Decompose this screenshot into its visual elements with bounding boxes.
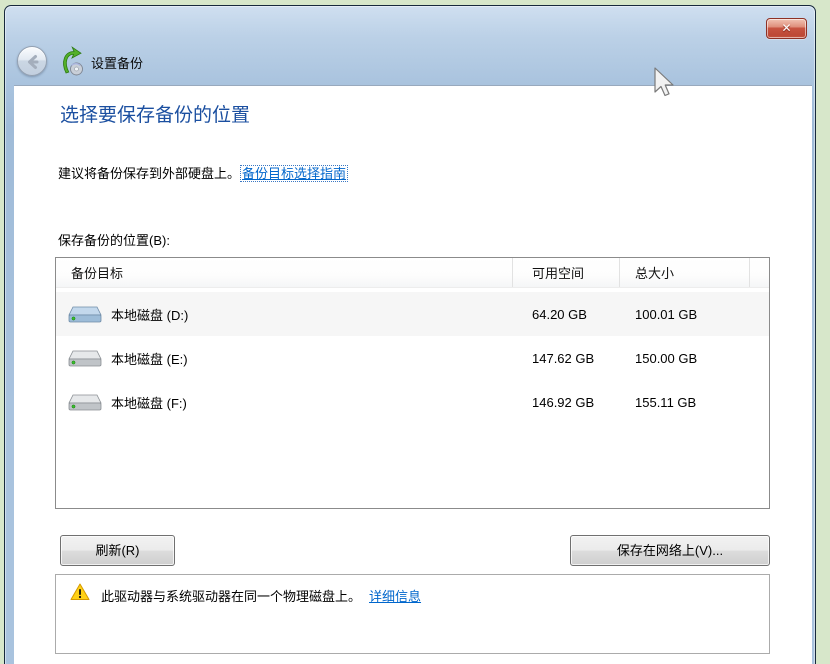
table-row-drive-e[interactable]: 本地磁盘 (E:) 147.62 GB 150.00 GB — [56, 336, 769, 380]
drive-total-size: 100.01 GB — [620, 307, 750, 322]
drive-total-size: 150.00 GB — [620, 351, 750, 366]
column-header-free-space[interactable]: 可用空间 — [513, 258, 620, 287]
column-header-filler — [750, 258, 769, 287]
details-link[interactable]: 详细信息 — [369, 589, 421, 604]
desktop: { "window": { "close_glyph": "✕" }, "nav… — [0, 0, 830, 664]
table-row-drive-f[interactable]: 本地磁盘 (F:) 146.92 GB 155.11 GB — [56, 380, 769, 424]
table-row-drive-d[interactable]: 本地磁盘 (D:) 64.20 GB 100.01 GB — [56, 292, 769, 336]
drive-name: 本地磁盘 (D:) — [111, 305, 188, 324]
warning-panel: 此驱动器与系统驱动器在同一个物理磁盘上。详细信息 — [55, 574, 770, 654]
drive-name: 本地磁盘 (E:) — [111, 349, 188, 368]
save-on-network-button[interactable]: 保存在网络上(V)... — [570, 535, 770, 566]
destination-list-label: 保存备份的位置(B): — [58, 230, 170, 249]
warning-triangle-icon — [70, 583, 90, 601]
suggestion-text: 建议将备份保存到外部硬盘上。 — [58, 166, 240, 181]
backup-app-icon — [59, 46, 85, 76]
titlebar: ✕ — [5, 6, 815, 39]
table-header-row: 备份目标 可用空间 总大小 — [56, 258, 769, 288]
suggestion-line: 建议将备份保存到外部硬盘上。备份目标选择指南 — [58, 163, 348, 182]
hard-disk-icon — [67, 300, 103, 328]
drive-free-space: 64.20 GB — [513, 307, 620, 322]
backup-wizard-window: ✕ 设置备份 选择要保存备份的位置 建议将备份保存到外部硬盘上。备份目标选择指南… — [4, 5, 816, 664]
close-button[interactable]: ✕ — [766, 18, 807, 39]
close-icon: ✕ — [781, 21, 791, 35]
column-header-total-size[interactable]: 总大小 — [620, 258, 750, 287]
drive-free-space: 146.92 GB — [513, 395, 620, 410]
drive-free-space: 147.62 GB — [513, 351, 620, 366]
page-title: 设置备份 — [91, 53, 143, 72]
back-arrow-icon — [23, 52, 43, 72]
refresh-button[interactable]: 刷新(R) — [60, 535, 175, 566]
content-area: 选择要保存备份的位置 建议将备份保存到外部硬盘上。备份目标选择指南 保存备份的位… — [14, 85, 812, 664]
warning-line: 此驱动器与系统驱动器在同一个物理磁盘上。详细信息 — [101, 586, 421, 605]
warning-text: 此驱动器与系统驱动器在同一个物理磁盘上。 — [101, 589, 361, 604]
backup-destination-table: 备份目标 可用空间 总大小 本地磁盘 (D:) 64.20 GB — [55, 257, 770, 509]
step-heading: 选择要保存备份的位置 — [60, 100, 250, 127]
navigation-bar: 设置备份 — [5, 39, 815, 85]
back-button[interactable] — [17, 46, 47, 76]
drive-total-size: 155.11 GB — [620, 395, 750, 410]
hard-disk-icon — [67, 388, 103, 416]
drive-name: 本地磁盘 (F:) — [111, 393, 187, 412]
backup-guide-link[interactable]: 备份目标选择指南 — [240, 165, 348, 182]
table-body: 本地磁盘 (D:) 64.20 GB 100.01 GB 本地磁盘 (E:) — [56, 288, 769, 424]
hard-disk-icon — [67, 344, 103, 372]
column-header-target[interactable]: 备份目标 — [56, 258, 513, 287]
